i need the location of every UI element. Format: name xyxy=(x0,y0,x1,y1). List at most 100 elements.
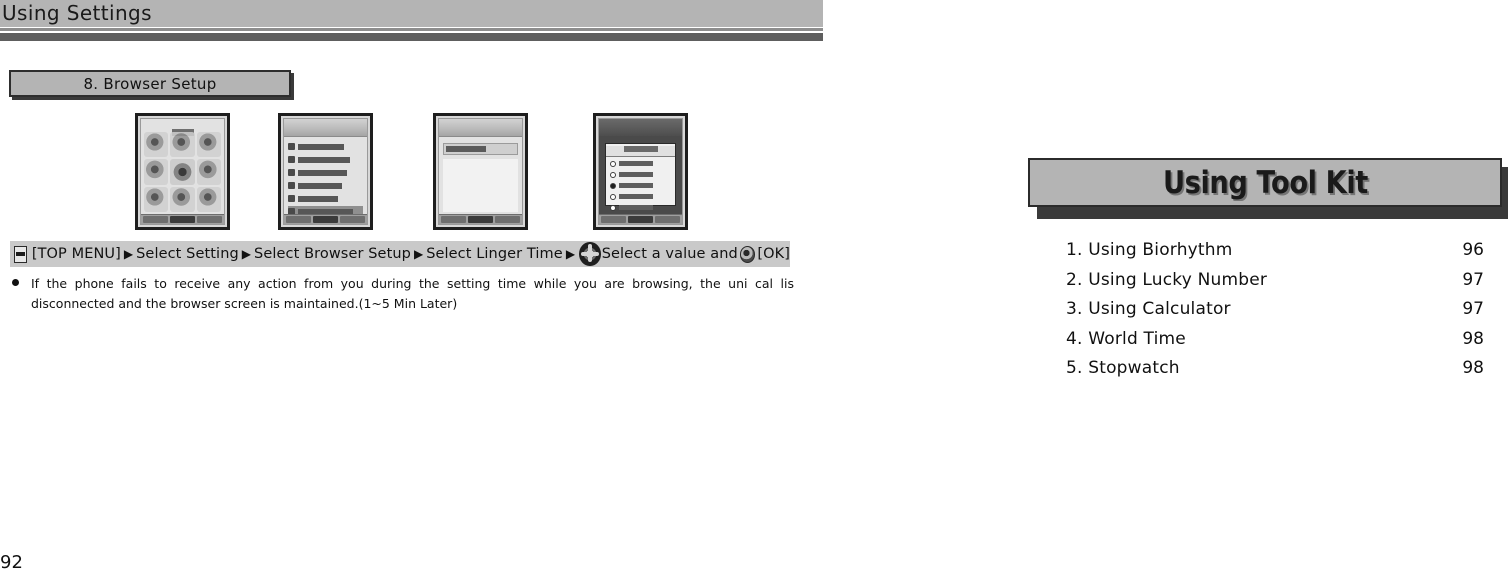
screen-body-blank xyxy=(443,159,518,212)
softkey-left xyxy=(441,216,466,223)
radio-icon-selected xyxy=(610,182,616,189)
softkey-left xyxy=(143,216,168,223)
toc-entry[interactable]: 3. Using Calculator 97 xyxy=(1066,299,1484,329)
screen-titlebar xyxy=(284,119,367,137)
right-page: Using Tool Kit 1. Using Biorhythm 96 2. … xyxy=(1020,0,1508,577)
toc-entry-label: 4. World Time xyxy=(1066,328,1186,349)
toc-entry-page: 96 xyxy=(1462,240,1484,260)
menu-icon-cell xyxy=(144,159,169,185)
list-item-label xyxy=(298,143,344,150)
toc-entry[interactable]: 2. Using Lucky Number 97 xyxy=(1066,270,1484,300)
left-page: Using Settings 8. Browser Setup [TOP MEN… xyxy=(0,0,823,577)
radio-icon xyxy=(610,193,616,200)
dialog-option-label xyxy=(619,194,653,199)
phone-screenshot-browser-setup xyxy=(433,113,528,230)
menu-icon-cell xyxy=(196,186,221,212)
toc-entry[interactable]: 4. World Time 98 xyxy=(1066,329,1484,359)
softkey-right xyxy=(340,216,365,223)
dialog-title-text xyxy=(623,146,658,152)
softkey-right xyxy=(655,216,680,223)
toc-entry-page: 97 xyxy=(1462,299,1484,319)
phone-screenshot-linger-time-dialog xyxy=(593,113,688,230)
section-heading-frame: 8. Browser Setup xyxy=(9,70,291,97)
toc-entry-page: 98 xyxy=(1462,358,1484,378)
screen-title-placeholder xyxy=(141,121,224,136)
ok-button-icon xyxy=(739,245,756,263)
chapter-title-frame: Using Tool Kit xyxy=(1028,158,1502,207)
list-item-icon xyxy=(288,195,295,202)
toc-entry-label: 1. Using Biorhythm xyxy=(1066,240,1233,260)
dpad-icon xyxy=(579,242,601,266)
page-header-bar: Using Settings xyxy=(0,0,823,27)
bullet-icon xyxy=(12,279,19,286)
list-item xyxy=(288,141,363,152)
menu-icon xyxy=(14,245,27,263)
list-item-label xyxy=(298,169,347,176)
dialog-title xyxy=(606,146,675,157)
list-item-icon xyxy=(288,169,295,176)
softkey-left xyxy=(286,216,311,223)
list-item-label xyxy=(298,182,342,189)
menu-icon-cell xyxy=(196,159,221,185)
softkey-left xyxy=(601,216,626,223)
section-heading-plate: 8. Browser Setup xyxy=(9,70,294,100)
menu-icon-cell xyxy=(144,132,169,158)
phone-screen-inner xyxy=(140,118,225,225)
linger-time-dialog xyxy=(605,143,676,211)
step-select-browser-setup: Select Browser Setup xyxy=(254,246,411,262)
field-label xyxy=(446,146,486,152)
list-item-icon xyxy=(288,182,295,189)
phone-screenshot-main-menu xyxy=(135,113,230,230)
toc-entry[interactable]: 5. Stopwatch 98 xyxy=(1066,358,1484,388)
chapter-title-plate: Using Tool Kit xyxy=(1028,158,1508,219)
chapter-contents-list: 1. Using Biorhythm 96 2. Using Lucky Num… xyxy=(1066,240,1484,388)
menu-icon-cell xyxy=(170,186,195,212)
menu-icon-cell xyxy=(144,186,169,212)
dialog-option-label xyxy=(619,172,653,177)
main-menu-icon-grid xyxy=(144,132,221,212)
list-item xyxy=(288,193,363,204)
section-heading-label: 8. Browser Setup xyxy=(83,74,217,93)
dialog-option xyxy=(610,203,675,212)
page-title: Using Settings xyxy=(2,1,152,25)
phone-screenshot-strip xyxy=(135,113,695,231)
dialog-option-label xyxy=(619,161,653,166)
radio-icon xyxy=(610,160,616,167)
phone-screen-inner xyxy=(598,118,683,225)
softkey-right xyxy=(197,216,222,223)
softkey-center xyxy=(170,216,195,223)
softkey-center xyxy=(313,216,338,223)
dialog-option xyxy=(610,159,675,168)
phone-screen-inner xyxy=(438,118,523,225)
step-top-menu: [TOP MENU] xyxy=(31,246,121,262)
toc-entry[interactable]: 1. Using Biorhythm 96 xyxy=(1066,240,1484,270)
radio-icon xyxy=(610,171,616,178)
note-text: If the phone fails to receive any action… xyxy=(31,276,794,311)
menu-icon-cell xyxy=(170,159,195,185)
page-number: 92 xyxy=(0,552,23,573)
phone-screenshot-settings-list xyxy=(278,113,373,230)
softkey-bar xyxy=(439,214,522,224)
dialog-option xyxy=(610,192,675,201)
radio-icon xyxy=(610,204,616,211)
dialog-option-selected xyxy=(610,181,675,190)
dialog-option-label xyxy=(619,205,653,210)
list-item-label xyxy=(298,156,350,163)
settings-list xyxy=(288,141,363,217)
dialog-option xyxy=(610,170,675,179)
list-item-label xyxy=(298,195,338,202)
softkey-bar xyxy=(284,214,367,224)
step-select-linger-time: Select Linger Time xyxy=(426,246,563,262)
chevron-right-icon: ▶ xyxy=(413,247,424,261)
softkey-bar xyxy=(141,214,224,224)
list-item xyxy=(288,167,363,178)
toc-entry-page: 97 xyxy=(1462,269,1484,290)
chapter-title: Using Tool Kit xyxy=(1162,164,1368,201)
toc-entry-label: 2. Using Lucky Number xyxy=(1066,269,1268,290)
screen-titlebar xyxy=(599,119,682,137)
list-item xyxy=(288,180,363,191)
toc-entry-label: 3. Using Calculator xyxy=(1066,299,1231,319)
linger-time-field xyxy=(443,143,518,155)
softkey-center xyxy=(628,216,653,223)
chevron-right-icon: ▶ xyxy=(565,247,576,261)
